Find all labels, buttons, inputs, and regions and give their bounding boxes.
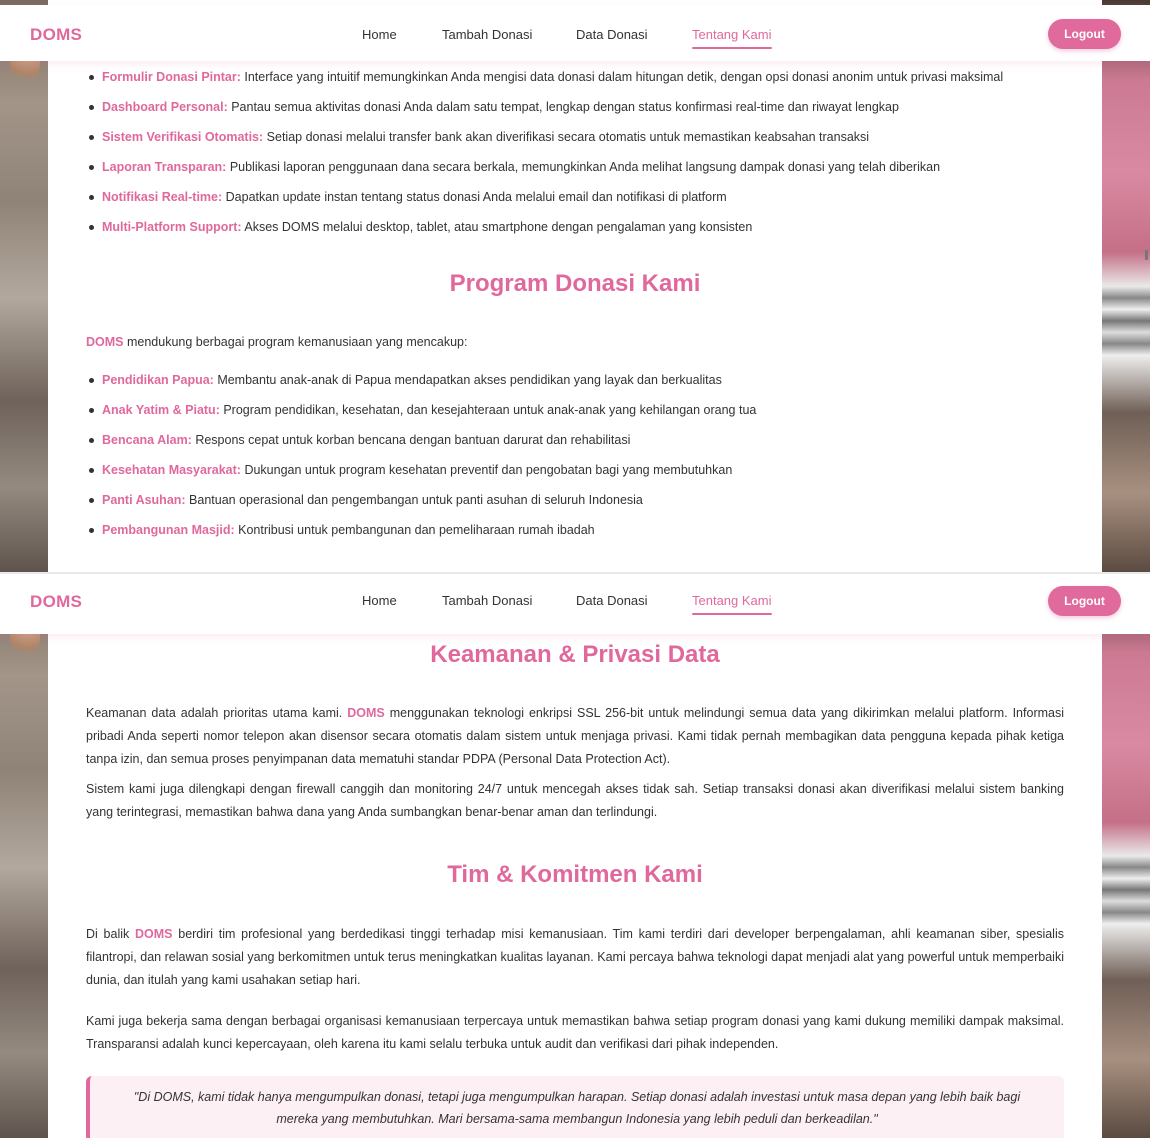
nav-tambah-donasi[interactable]: Tambah Donasi xyxy=(442,593,532,608)
list-item: Sistem Verifikasi Otomatis: Setiap donas… xyxy=(88,130,1078,160)
logout-button[interactable]: Logout xyxy=(1048,19,1121,49)
list-item: Bencana Alam: Respons cepat untuk korban… xyxy=(88,433,1078,463)
list-item: Multi-Platform Support: Akses DOMS melal… xyxy=(88,220,1078,250)
navbar: DOMS Home Tambah Donasi Data Donasi Tent… xyxy=(0,5,1150,61)
nav-tentang-kami[interactable]: Tentang Kami xyxy=(692,27,772,49)
nav-tentang-kami[interactable]: Tentang Kami xyxy=(692,593,772,615)
list-item: Formulir Donasi Pintar: Interface yang i… xyxy=(88,70,1078,100)
scrollbar-thumb[interactable] xyxy=(1145,250,1148,260)
keamanan-title: Keamanan & Privasi Data xyxy=(430,641,720,668)
nav-menu: Home Tambah Donasi Data Donasi Tentang K… xyxy=(0,27,1150,49)
team-paragraph-1: Di balik DOMS berdiri tim profesional ya… xyxy=(86,927,1064,987)
nav-home[interactable]: Home xyxy=(362,593,397,608)
list-item: Pendidikan Papua: Membantu anak-anak di … xyxy=(88,373,1078,403)
security-paragraph-2: Sistem kami juga dilengkapi dengan firew… xyxy=(86,782,1064,819)
feature-list: Formulir Donasi Pintar: Interface yang i… xyxy=(88,70,1078,250)
program-donasi-title: Program Donasi Kami xyxy=(449,270,701,297)
nav-data-donasi[interactable]: Data Donasi xyxy=(576,593,648,608)
program-list: Pendidikan Papua: Membantu anak-anak di … xyxy=(88,373,1078,553)
mission-quote: "Di DOMS, kami tidak hanya mengumpulkan … xyxy=(86,1076,1064,1138)
list-item: Panti Asuhan: Bantuan operasional dan pe… xyxy=(88,493,1078,523)
security-paragraph-1: Keamanan data adalah prioritas utama kam… xyxy=(86,706,1064,766)
nav-home[interactable]: Home xyxy=(362,27,397,42)
background-photo-left xyxy=(0,574,48,1138)
list-item: Dashboard Personal: Pantau semua aktivit… xyxy=(88,100,1078,130)
nav-data-donasi[interactable]: Data Donasi xyxy=(576,27,648,42)
screenshot-top: DOMS Home Tambah Donasi Data Donasi Tent… xyxy=(0,0,1150,573)
navbar: DOMS Home Tambah Donasi Data Donasi Tent… xyxy=(0,574,1150,634)
nav-tambah-donasi[interactable]: Tambah Donasi xyxy=(442,27,532,42)
list-item: Kesehatan Masyarakat: Dukungan untuk pro… xyxy=(88,463,1078,493)
list-item: Anak Yatim & Piatu: Program pendidikan, … xyxy=(88,403,1078,433)
background-photo-right xyxy=(1102,0,1150,573)
background-photo-left xyxy=(0,0,48,573)
screenshot-bottom: DOMS Home Tambah Donasi Data Donasi Tent… xyxy=(0,574,1150,1138)
nav-menu: Home Tambah Donasi Data Donasi Tentang K… xyxy=(0,593,1150,615)
tim-komitmen-title: Tim & Komitmen Kami xyxy=(447,861,703,888)
background-photo-right xyxy=(1102,574,1150,1138)
list-item: Notifikasi Real-time: Dapatkan update in… xyxy=(88,190,1078,220)
list-item: Laporan Transparan: Publikasi laporan pe… xyxy=(88,160,1078,190)
team-paragraph-2: Kami juga bekerja sama dengan berbagai o… xyxy=(86,1014,1064,1051)
program-intro: DOMS mendukung berbagai program kemanusi… xyxy=(86,335,468,349)
list-item: Pembangunan Masjid: Kontribusi untuk pem… xyxy=(88,523,1078,553)
logout-button[interactable]: Logout xyxy=(1048,586,1121,616)
